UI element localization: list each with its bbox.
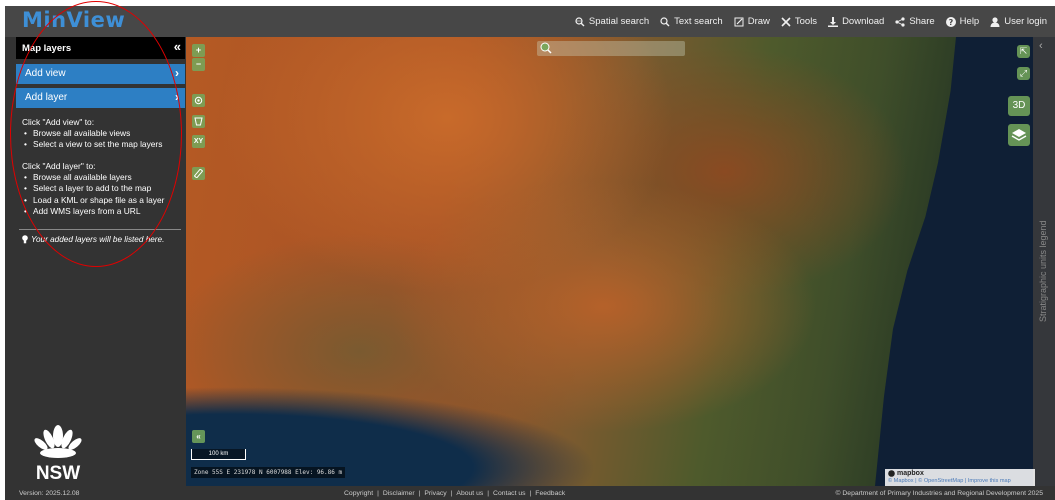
footer-link-privacy[interactable]: Privacy — [424, 490, 446, 497]
footer: Version: 2025.12.08 Copyright | Disclaim… — [5, 486, 1055, 500]
annotation-highlight-oval — [10, 1, 182, 267]
crosshair-icon — [194, 96, 203, 105]
nsw-logo: NSW — [30, 423, 86, 484]
header-bar: MinView Spatial search Text search Draw … — [5, 6, 1055, 37]
zoom-search-icon — [540, 42, 552, 54]
collapse-sidebar-icon[interactable]: « — [174, 40, 181, 54]
footer-link-about[interactable]: About us — [456, 490, 483, 497]
nav-user-login[interactable]: User login — [990, 16, 1047, 27]
footer-separator: | — [377, 490, 379, 497]
nav-download[interactable]: Download — [828, 16, 884, 27]
footer-links: Copyright | Disclaimer | Privacy | About… — [344, 490, 565, 497]
footer-link-feedback[interactable]: Feedback — [535, 490, 565, 497]
locate-button[interactable] — [192, 94, 205, 107]
basemap-layers-button[interactable] — [1008, 124, 1030, 146]
nav-tools[interactable]: Tools — [781, 16, 817, 27]
cursor-coordinates: Zone 55S E 231978 N 6007988 Elev: 96.86 … — [191, 467, 346, 478]
footer-separator: | — [418, 490, 421, 497]
attribution-links[interactable]: © Mapbox | © OpenStreetMap | Improve thi… — [888, 478, 1011, 484]
resize-icon: ⤢ — [1019, 68, 1028, 78]
satellite-map[interactable]: + − XY ⇱ ⤢ 3D ‹ Stratigraphic units lege… — [186, 37, 1055, 486]
mapbox-wordmark: mapbox — [897, 470, 924, 477]
map-attribution: mapbox © Mapbox | © OpenStreetMap | Impr… — [885, 469, 1035, 486]
search-icon — [660, 16, 670, 26]
nav-label: Tools — [794, 16, 818, 27]
nsw-wordmark: NSW — [35, 463, 81, 484]
chevron-left-icon[interactable]: ‹ — [1039, 40, 1043, 52]
version-label: Version: 2025.12.08 — [19, 490, 80, 497]
expand-icon: ⇱ — [1019, 46, 1028, 56]
nav-label: Share — [909, 16, 935, 27]
ruler-icon — [193, 168, 204, 179]
footer-separator: | — [529, 490, 532, 497]
measure-button[interactable] — [192, 167, 205, 180]
legend-title: Stratigraphic units legend — [1038, 220, 1048, 322]
chevron-right-icon: › — [175, 66, 179, 80]
footer-link-disclaimer[interactable]: Disclaimer — [383, 490, 415, 497]
user-icon — [990, 16, 1000, 27]
nav-label: Text search — [674, 16, 723, 27]
main-nav: Spatial search Text search Draw Tools Do… — [575, 6, 1047, 37]
scale-bar: 100 km — [191, 449, 246, 460]
resize-button[interactable]: ⤢ — [1017, 67, 1030, 80]
copyright-notice: © Department of Primary Industries and R… — [835, 490, 1043, 497]
nav-text-search[interactable]: Text search — [660, 16, 723, 27]
download-icon — [828, 16, 839, 27]
map-search-bar[interactable] — [537, 41, 685, 56]
tools-icon — [781, 16, 791, 27]
footer-separator: | — [450, 490, 453, 497]
nav-spatial-search[interactable]: Spatial search — [575, 16, 649, 27]
nav-label: Download — [842, 16, 885, 27]
nav-label: Spatial search — [588, 16, 650, 27]
nav-draw[interactable]: Draw — [734, 16, 770, 27]
xy-coordinate-button[interactable]: XY — [192, 135, 205, 148]
lightbulb-icon — [22, 235, 28, 244]
nav-label: Help — [959, 16, 980, 27]
zoom-out-button[interactable]: − — [192, 58, 205, 71]
magnify-globe-icon — [575, 16, 585, 26]
help-icon: ? — [945, 16, 956, 27]
zoom-in-button[interactable]: + — [192, 44, 205, 57]
layers-icon — [1011, 129, 1027, 141]
share-icon — [895, 16, 905, 27]
footer-link-copyright[interactable]: Copyright — [344, 490, 373, 497]
3d-toggle-button[interactable]: 3D — [1008, 96, 1030, 116]
draw-icon — [734, 17, 744, 26]
expand-overview-button[interactable]: « — [192, 430, 205, 443]
nav-label: Draw — [747, 16, 770, 27]
mapbox-icon — [888, 470, 895, 477]
nav-label: User login — [1004, 16, 1047, 27]
footer-link-contact[interactable]: Contact us — [493, 490, 526, 497]
stratigraphic-legend-panel[interactable]: ‹ Stratigraphic units legend — [1033, 37, 1055, 486]
mapbox-logo[interactable]: mapbox — [888, 470, 924, 477]
nav-help[interactable]: ? Help — [945, 16, 980, 27]
nav-share[interactable]: Share — [895, 16, 935, 27]
svg-text:?: ? — [948, 18, 953, 27]
fullscreen-toggle[interactable]: ⇱ — [1017, 45, 1030, 58]
footer-separator: | — [487, 490, 490, 497]
waratah-icon — [34, 425, 82, 458]
map-frame-icon — [194, 117, 203, 126]
map-view-button[interactable] — [192, 115, 205, 128]
